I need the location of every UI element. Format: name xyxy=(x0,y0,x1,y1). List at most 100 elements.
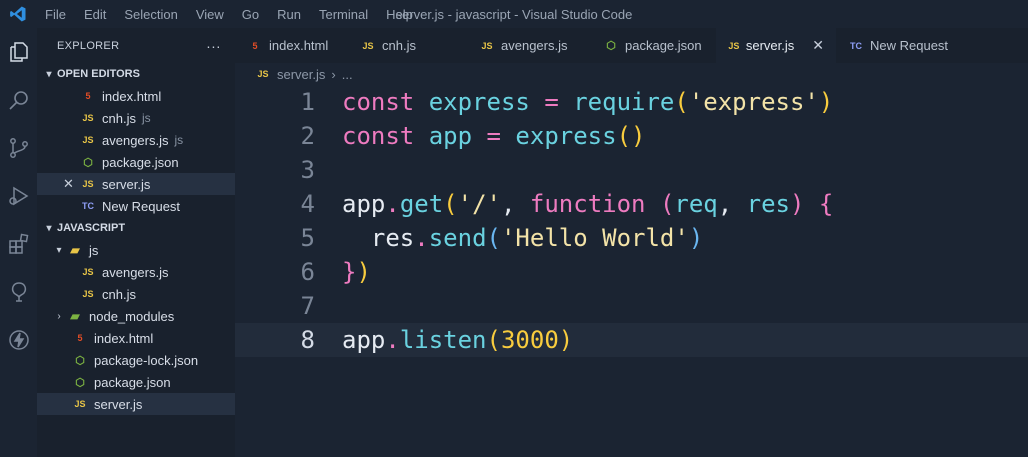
menu-file[interactable]: File xyxy=(36,7,75,22)
js-file-icon: JS xyxy=(481,40,493,51)
open-editor-label: package.json xyxy=(102,154,179,170)
thunder-client-file-icon: TC xyxy=(82,201,94,211)
tree-file-cnh-js[interactable]: JS cnh.js xyxy=(37,283,235,305)
breadcrumb: JS server.js › ... xyxy=(235,63,1028,85)
thunder-client-file-icon: TC xyxy=(850,40,862,51)
code-text: }) xyxy=(342,258,371,286)
tab-new-request[interactable]: TC New Request xyxy=(836,28,966,63)
tab-package-json[interactable]: ⬡ package.json xyxy=(591,28,716,63)
tree-file-package-json[interactable]: ⬡ package.json xyxy=(37,371,235,393)
tree-label: js xyxy=(89,242,99,258)
tree-label: cnh.js xyxy=(102,286,136,302)
open-editor-server-js[interactable]: ✕ JS server.js xyxy=(37,173,235,195)
tab-label: cnh.js xyxy=(382,38,416,53)
menu-help[interactable]: Help xyxy=(377,7,422,22)
js-file-icon: JS xyxy=(82,113,94,123)
code-text: app.listen(3000) xyxy=(342,326,574,354)
code-line-current: 8 app.listen(3000) xyxy=(235,323,1028,357)
tree-folder-node-modules[interactable]: › ▰ node_modules xyxy=(37,305,235,327)
open-editor-cnh-js[interactable]: JS cnh.js js xyxy=(37,107,235,129)
open-editor-description: js xyxy=(141,111,151,125)
code-text: app.get('/', function (req, res) { xyxy=(342,190,834,218)
open-editor-label: cnh.js xyxy=(102,110,136,126)
json-file-icon: ⬡ xyxy=(83,156,93,169)
open-editor-package-json[interactable]: ⬡ package.json xyxy=(37,151,235,173)
line-number: 7 xyxy=(300,292,315,320)
html-file-icon: 5 xyxy=(77,333,83,343)
line-number: 3 xyxy=(300,156,315,184)
menu-terminal[interactable]: Terminal xyxy=(310,7,377,22)
explorer-icon[interactable] xyxy=(0,28,37,76)
tree-folder-js[interactable]: ▾ ▰ js xyxy=(37,239,235,261)
tab-label: avengers.js xyxy=(501,38,568,53)
thunder-client-icon[interactable] xyxy=(0,316,37,364)
menu-selection[interactable]: Selection xyxy=(115,7,186,22)
code-line: 5 res.send('Hello World') xyxy=(235,221,1028,255)
more-actions-icon[interactable]: ··· xyxy=(206,38,221,54)
close-tab-icon[interactable]: ✕ xyxy=(812,37,824,54)
close-icon[interactable]: ✕ xyxy=(63,176,74,192)
open-editors-section[interactable]: ▾ OPEN EDITORS xyxy=(37,63,235,85)
tree-file-avengers-js[interactable]: JS avengers.js xyxy=(37,261,235,283)
tree-label: avengers.js xyxy=(102,264,169,280)
js-file-icon: JS xyxy=(82,289,94,299)
explorer-title: EXPLORER xyxy=(57,39,120,52)
chevron-down-icon: ▾ xyxy=(56,244,62,256)
menu-edit[interactable]: Edit xyxy=(75,7,115,22)
code-line: 2 const app = express() xyxy=(235,119,1028,153)
open-editor-label: index.html xyxy=(102,88,162,104)
js-file-icon: JS xyxy=(257,69,269,79)
open-editor-avengers-js[interactable]: JS avengers.js js xyxy=(37,129,235,151)
tree-label: package.json xyxy=(94,374,171,390)
json-file-icon: ⬡ xyxy=(75,376,85,389)
source-control-icon[interactable] xyxy=(0,124,37,172)
search-icon[interactable] xyxy=(0,76,37,124)
js-file-icon: JS xyxy=(728,40,740,51)
tab-label: index.html xyxy=(269,38,329,53)
line-number: 5 xyxy=(300,224,315,252)
tree-file-package-lock-json[interactable]: ⬡ package-lock.json xyxy=(37,349,235,371)
line-number: 2 xyxy=(300,122,315,150)
explorer-sidebar: EXPLORER ··· ▾ OPEN EDITORS 5 index.html… xyxy=(37,28,235,457)
remote-explorer-icon[interactable] xyxy=(0,268,37,316)
tab-index-html[interactable]: 5 index.html xyxy=(235,28,348,63)
js-file-icon: JS xyxy=(82,135,94,145)
tree-file-server-js[interactable]: JS server.js xyxy=(37,393,235,415)
workspace-label: JAVASCRIPT xyxy=(57,222,126,234)
chevron-right-icon: › xyxy=(57,310,61,322)
code-line: 4 app.get('/', function (req, res) { xyxy=(235,187,1028,221)
tree-label: package-lock.json xyxy=(94,352,199,368)
breadcrumb-symbols[interactable]: ... xyxy=(342,67,353,82)
tree-file-index-html[interactable]: 5 index.html xyxy=(37,327,235,349)
js-file-icon: JS xyxy=(82,179,94,189)
code-editor[interactable]: 1 const express = require('express') 2 c… xyxy=(235,85,1028,457)
js-file-icon: JS xyxy=(74,399,86,409)
tree-label: server.js xyxy=(94,396,143,412)
workspace-section[interactable]: ▾ JAVASCRIPT xyxy=(37,217,235,239)
tab-label: New Request xyxy=(870,38,949,53)
open-editor-label: avengers.js xyxy=(102,132,169,148)
open-editor-description: js xyxy=(174,133,184,147)
editor-tabs: 5 index.html JS cnh.js JS avengers.js ⬡ … xyxy=(235,28,1028,63)
html-file-icon: 5 xyxy=(85,91,91,101)
menu-run[interactable]: Run xyxy=(268,7,310,22)
menu-view[interactable]: View xyxy=(187,7,233,22)
json-file-icon: ⬡ xyxy=(606,40,616,52)
open-editor-new-request[interactable]: TC New Request xyxy=(37,195,235,217)
menu-go[interactable]: Go xyxy=(233,7,268,22)
open-editor-label: server.js xyxy=(102,176,151,192)
run-debug-icon[interactable] xyxy=(0,172,37,220)
code-line: 1 const express = require('express') xyxy=(235,85,1028,119)
tab-label: package.json xyxy=(625,38,702,53)
tab-server-js[interactable]: JS server.js ✕ xyxy=(716,28,836,63)
open-editor-index-html[interactable]: 5 index.html xyxy=(37,85,235,107)
code-line: 3 xyxy=(235,153,1028,187)
code-line: 7 xyxy=(235,289,1028,323)
json-file-icon: ⬡ xyxy=(75,354,85,367)
breadcrumb-file[interactable]: server.js xyxy=(277,67,325,82)
explorer-header: EXPLORER ··· xyxy=(37,28,235,63)
tab-cnh-js[interactable]: JS cnh.js xyxy=(348,28,467,63)
open-editor-label: New Request xyxy=(102,198,181,214)
tab-avengers-js[interactable]: JS avengers.js xyxy=(467,28,591,63)
extensions-icon[interactable] xyxy=(0,220,37,268)
